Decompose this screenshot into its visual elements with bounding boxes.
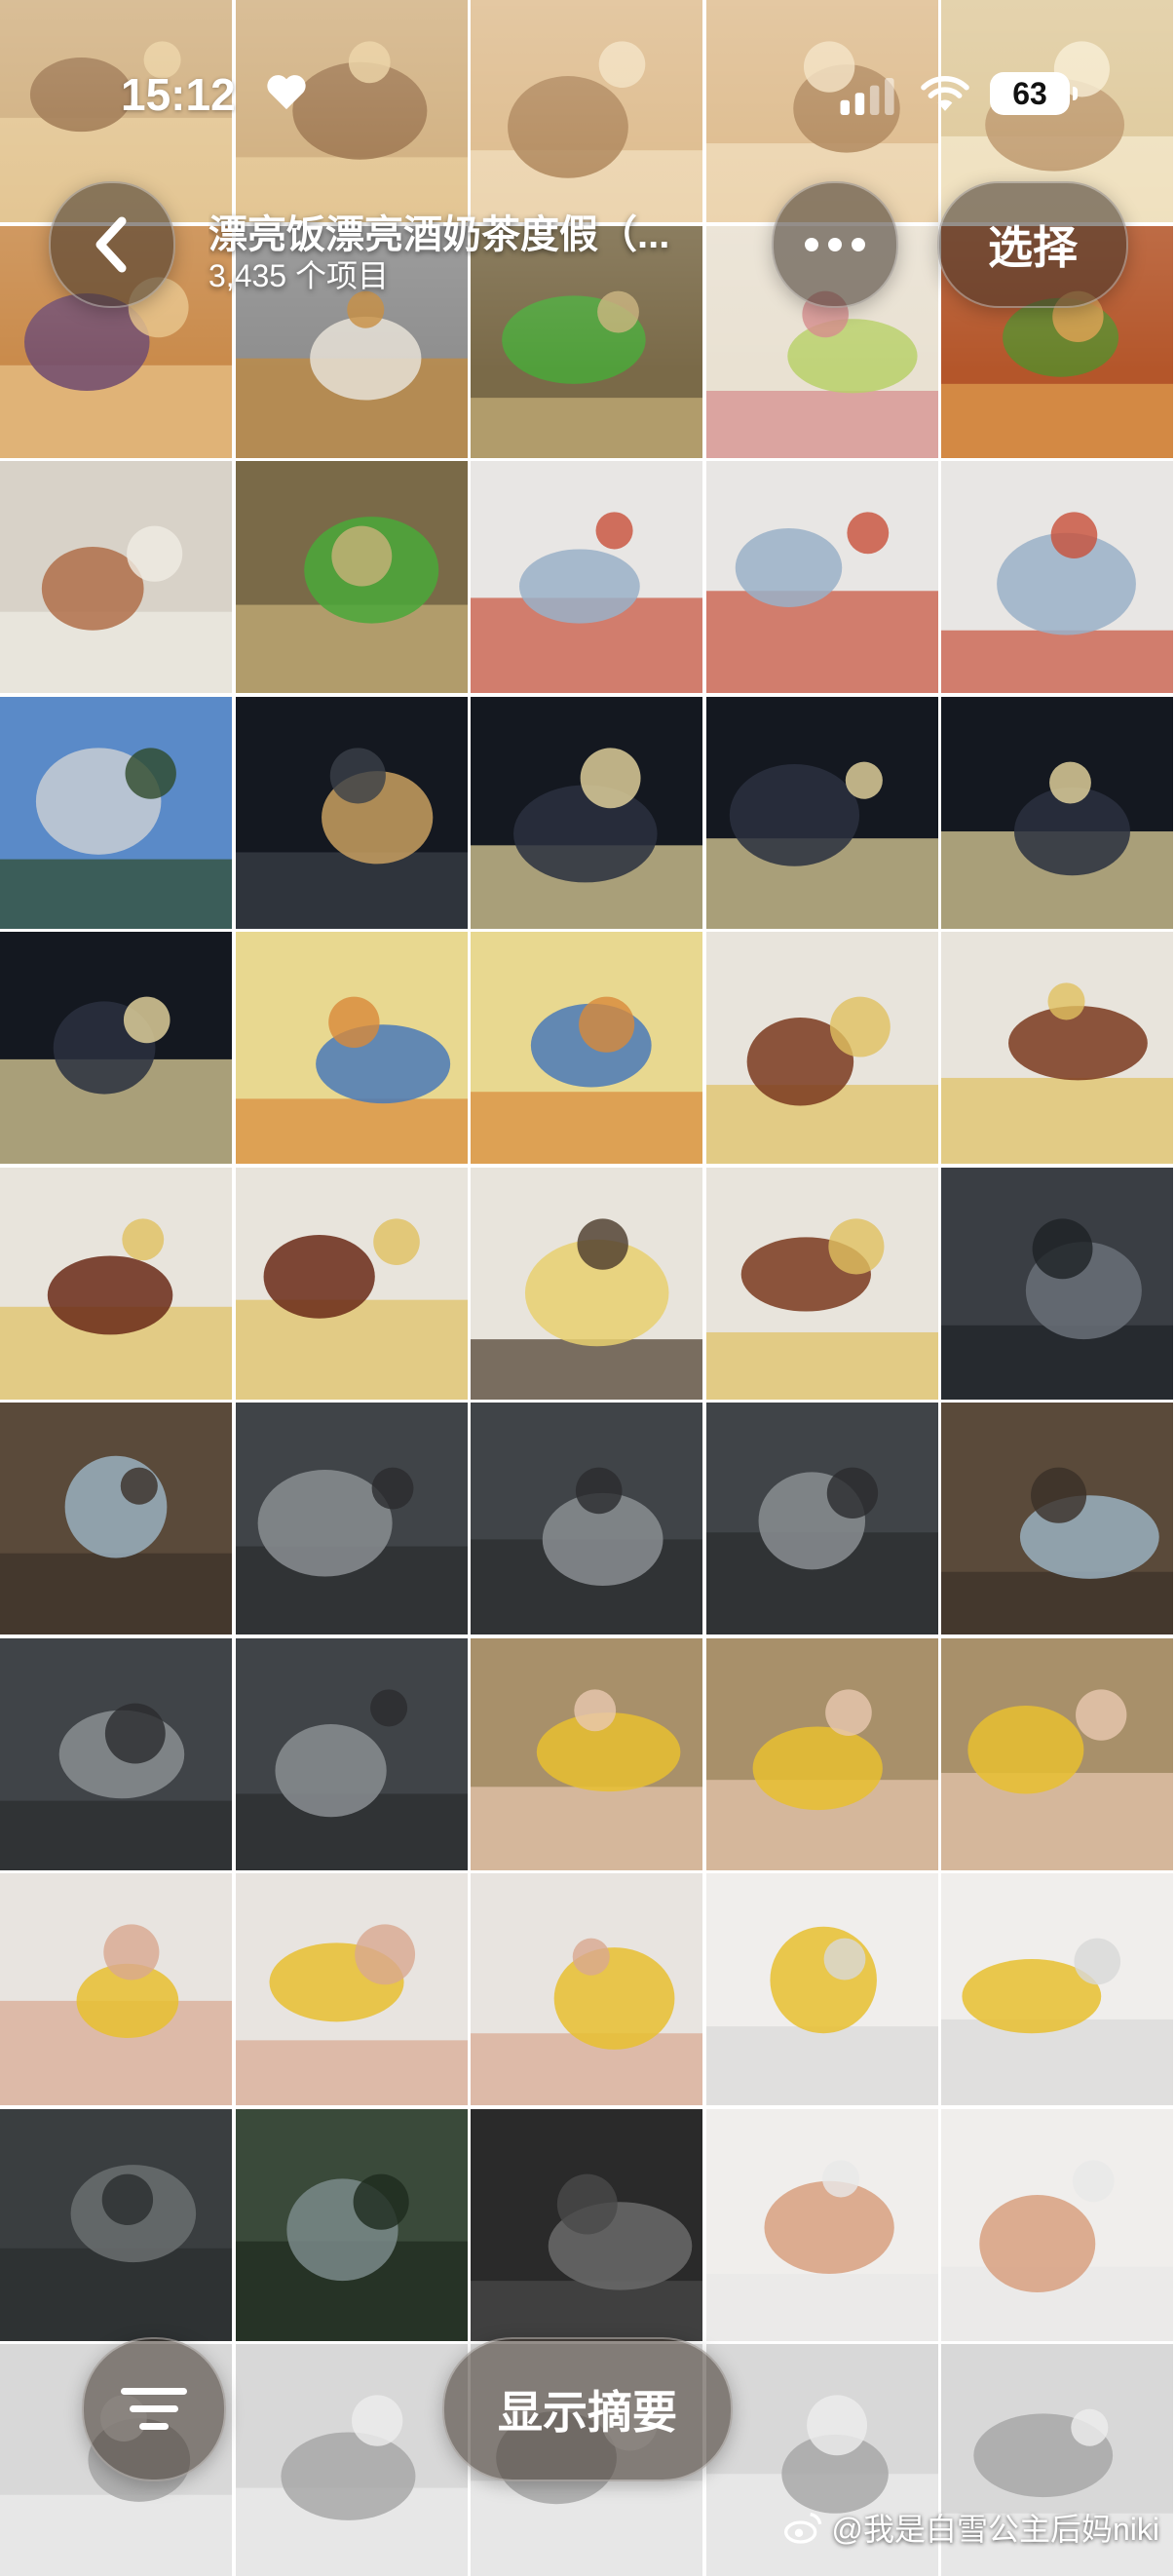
photo-thumbnail[interactable]	[471, 2109, 702, 2341]
photo-grid	[0, 0, 1175, 2576]
photo-thumbnail[interactable]	[471, 1168, 702, 1400]
select-button[interactable]: 选择	[937, 181, 1128, 308]
chevron-left-icon	[95, 216, 127, 273]
photo-thumbnail[interactable]	[236, 2344, 468, 2576]
signal-icon	[840, 78, 894, 115]
photo-thumbnail[interactable]	[706, 1168, 938, 1400]
photo-thumbnail[interactable]	[471, 1873, 702, 2105]
photo-thumbnail[interactable]	[941, 1638, 1173, 1870]
heart-icon	[267, 75, 306, 110]
photo-thumbnail[interactable]	[471, 0, 702, 222]
photo-thumbnail[interactable]	[706, 932, 938, 1164]
photo-thumbnail[interactable]	[941, 697, 1173, 929]
photo-thumbnail[interactable]	[706, 697, 938, 929]
photo-thumbnail[interactable]	[236, 932, 468, 1164]
photo-thumbnail[interactable]	[236, 1168, 468, 1400]
show-summary-button[interactable]: 显示摘要	[442, 2337, 733, 2481]
battery-indicator: 63	[990, 72, 1078, 115]
photo-thumbnail[interactable]	[236, 1403, 468, 1634]
photo-thumbnail[interactable]	[0, 1873, 232, 2105]
photo-thumbnail[interactable]	[0, 1168, 232, 1400]
photo-thumbnail[interactable]	[0, 461, 232, 693]
wifi-icon	[921, 76, 969, 111]
photo-thumbnail[interactable]	[236, 1873, 468, 2105]
sort-icon	[121, 2388, 187, 2430]
photo-thumbnail[interactable]	[471, 461, 702, 693]
photo-thumbnail[interactable]	[0, 2109, 232, 2341]
photo-thumbnail[interactable]	[941, 2109, 1173, 2341]
watermark-text: @我是白雪公主后妈niki	[831, 2512, 1159, 2547]
photo-thumbnail[interactable]	[236, 461, 468, 693]
photo-thumbnail[interactable]	[236, 2109, 468, 2341]
photo-thumbnail[interactable]	[941, 1168, 1173, 1400]
photo-thumbnail[interactable]	[0, 1638, 232, 1870]
photo-thumbnail[interactable]	[0, 697, 232, 929]
back-button[interactable]	[49, 181, 175, 308]
photo-thumbnail[interactable]	[706, 1403, 938, 1634]
weibo-icon	[784, 2513, 822, 2544]
photo-thumbnail[interactable]	[706, 461, 938, 693]
photo-thumbnail[interactable]	[471, 932, 702, 1164]
item-count: 3,435 个项目	[208, 258, 389, 293]
more-button[interactable]	[772, 181, 898, 308]
photo-thumbnail[interactable]	[471, 226, 702, 458]
more-icon	[805, 238, 865, 251]
photo-thumbnail[interactable]	[471, 697, 702, 929]
photo-thumbnail[interactable]	[236, 1638, 468, 1870]
photo-thumbnail[interactable]	[0, 1403, 232, 1634]
photo-thumbnail[interactable]	[706, 1638, 938, 1870]
photo-thumbnail[interactable]	[941, 1873, 1173, 2105]
watermark: @我是白雪公主后妈niki	[784, 2505, 1159, 2550]
photo-thumbnail[interactable]	[706, 1873, 938, 2105]
photo-thumbnail[interactable]	[941, 461, 1173, 693]
photo-thumbnail[interactable]	[706, 2109, 938, 2341]
photo-thumbnail[interactable]	[941, 932, 1173, 1164]
photo-thumbnail[interactable]	[236, 0, 468, 222]
photo-thumbnail[interactable]	[471, 1403, 702, 1634]
photo-thumbnail[interactable]	[941, 1403, 1173, 1634]
status-time: 15:12	[121, 69, 236, 120]
photo-thumbnail[interactable]	[471, 1638, 702, 1870]
sort-button[interactable]	[82, 2337, 226, 2481]
photo-thumbnail[interactable]	[0, 932, 232, 1164]
photo-thumbnail[interactable]	[236, 697, 468, 929]
